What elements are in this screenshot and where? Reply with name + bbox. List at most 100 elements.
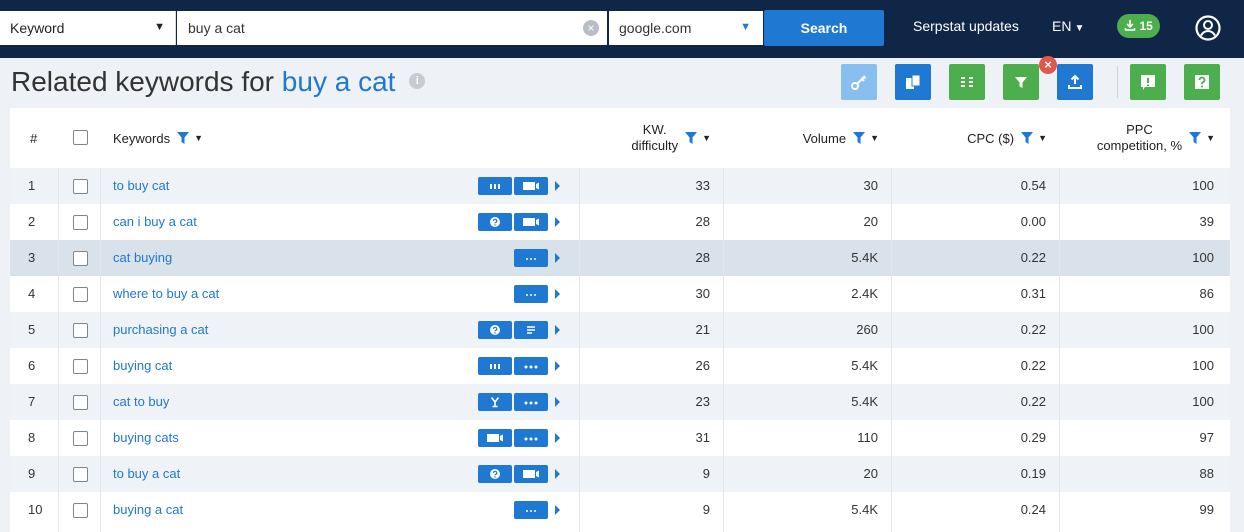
row-checkbox[interactable] — [73, 431, 88, 446]
filter-icon[interactable] — [684, 131, 698, 145]
ppc-value: 39 — [1199, 214, 1214, 229]
expand-arrow-icon[interactable] — [555, 325, 560, 335]
expand-arrow-icon[interactable] — [555, 253, 560, 263]
keywords-table: # Keywords ▼ KW. difficulty ▼ Volume ▼ C… — [10, 108, 1230, 532]
row-checkbox[interactable] — [73, 323, 88, 338]
info-icon[interactable]: i — [409, 72, 426, 89]
language-select[interactable]: EN ▼ — [1052, 18, 1084, 34]
keyword-link[interactable]: cat to buy — [113, 384, 169, 420]
sort-caret-icon[interactable]: ▼ — [194, 133, 203, 143]
question-icon[interactable] — [478, 321, 512, 339]
row-checkbox[interactable] — [73, 395, 88, 410]
search-input[interactable]: buy a cat × — [177, 11, 607, 45]
key-icon — [851, 75, 867, 90]
keyword-selection-button[interactable] — [841, 64, 877, 100]
row-checkbox[interactable] — [73, 359, 88, 374]
row-checkbox[interactable] — [73, 179, 88, 194]
more-icon[interactable] — [514, 285, 548, 303]
row-index: 2 — [28, 214, 36, 229]
expand-arrow-icon[interactable] — [555, 469, 560, 479]
keyword-link[interactable]: to buy a cat — [113, 456, 180, 492]
help-button[interactable] — [1184, 64, 1220, 100]
video-icon[interactable] — [514, 465, 548, 483]
report-issue-button[interactable] — [1130, 64, 1166, 100]
cpc-value: 0.24 — [1020, 502, 1046, 517]
user-avatar-icon[interactable] — [1195, 15, 1221, 41]
keyword-link[interactable]: where to buy a cat — [113, 276, 219, 312]
video-icon[interactable] — [514, 177, 548, 195]
filter-icon[interactable] — [1188, 131, 1202, 145]
column-header-cpc[interactable]: CPC ($) ▼ — [892, 108, 1047, 168]
expand-arrow-icon[interactable] — [555, 181, 560, 191]
serpstat-updates-link[interactable]: Serpstat updates — [913, 18, 1019, 34]
row-checkbox[interactable] — [73, 287, 88, 302]
select-all-checkbox[interactable] — [73, 130, 88, 145]
ppc-value: 86 — [1199, 286, 1214, 301]
keyword-link[interactable]: cat buying — [113, 240, 172, 276]
sort-caret-icon[interactable]: ▼ — [1038, 133, 1047, 143]
download-icon — [1124, 20, 1136, 31]
filter-icon[interactable] — [176, 131, 190, 145]
search-type-select[interactable]: Keyword ▼ — [0, 11, 176, 45]
downloads-button[interactable]: 15 — [1117, 14, 1160, 38]
expand-arrow-icon[interactable] — [555, 505, 560, 515]
column-header-kd-line1: KW. — [642, 122, 667, 137]
more-icon[interactable] — [514, 501, 548, 519]
clear-filter-icon[interactable]: × — [1039, 56, 1057, 74]
video-icon[interactable] — [478, 429, 512, 447]
cpc-value: 0.00 — [1020, 214, 1046, 229]
clear-icon[interactable]: × — [583, 20, 599, 36]
column-header-kd-label: KW. difficulty — [631, 122, 678, 154]
more-icon[interactable] — [514, 429, 548, 447]
column-header-volume[interactable]: Volume ▼ — [724, 108, 879, 168]
ppc-value: 100 — [1192, 358, 1214, 373]
question-icon[interactable] — [478, 213, 512, 231]
table-row: 9 to buy a cat 9 20 0.19 88 — [10, 456, 1230, 492]
expand-arrow-icon[interactable] — [555, 397, 560, 407]
column-header-kd[interactable]: KW. difficulty ▼ — [580, 108, 711, 168]
copy-button[interactable] — [895, 64, 931, 100]
ppc-value: 97 — [1199, 430, 1214, 445]
column-header-ppc[interactable]: PPC competition, % ▼ — [1060, 108, 1215, 168]
bars-icon[interactable] — [478, 177, 512, 195]
row-index: 3 — [28, 250, 36, 265]
keyword-link[interactable]: to buy cat — [113, 168, 169, 204]
more-icon[interactable] — [514, 249, 548, 267]
row-checkbox[interactable] — [73, 467, 88, 482]
expand-arrow-icon[interactable] — [555, 217, 560, 227]
toolbar-divider — [1117, 66, 1118, 98]
search-button[interactable]: Search — [764, 10, 884, 46]
row-checkbox[interactable] — [73, 503, 88, 518]
row-checkbox[interactable] — [73, 215, 88, 230]
video-icon[interactable] — [514, 213, 548, 231]
filter-y-icon[interactable] — [478, 393, 512, 411]
expand-arrow-icon[interactable] — [555, 361, 560, 371]
sort-caret-icon[interactable]: ▼ — [1206, 133, 1215, 143]
keyword-link[interactable]: buying cat — [113, 348, 172, 384]
columns-button[interactable] — [949, 64, 985, 100]
column-header-keywords[interactable]: Keywords ▼ — [113, 108, 203, 168]
more-icon[interactable] — [514, 357, 548, 375]
filter-button[interactable] — [1003, 64, 1039, 100]
export-button[interactable] — [1057, 64, 1093, 100]
column-header-keywords-label: Keywords — [113, 130, 171, 146]
sort-caret-icon[interactable]: ▼ — [702, 133, 711, 143]
row-checkbox[interactable] — [73, 251, 88, 266]
keyword-link[interactable]: can i buy a cat — [113, 204, 197, 240]
sort-caret-icon[interactable]: ▼ — [870, 133, 879, 143]
bars-icon[interactable] — [478, 357, 512, 375]
page-title-keyword: buy a cat — [281, 66, 396, 97]
question-icon[interactable] — [478, 465, 512, 483]
keyword-link[interactable]: buying a cat — [113, 492, 183, 528]
expand-arrow-icon[interactable] — [555, 289, 560, 299]
filter-icon[interactable] — [1020, 131, 1034, 145]
volume-value: 260 — [856, 322, 878, 337]
filter-icon[interactable] — [852, 131, 866, 145]
kd-value: 28 — [695, 250, 710, 265]
keyword-link[interactable]: buying cats — [113, 420, 179, 456]
expand-arrow-icon[interactable] — [555, 433, 560, 443]
list-icon[interactable] — [514, 321, 548, 339]
keyword-link[interactable]: purchasing a cat — [113, 312, 208, 348]
more-icon[interactable] — [514, 393, 548, 411]
search-engine-select[interactable]: google.com ▼ — [609, 11, 763, 45]
